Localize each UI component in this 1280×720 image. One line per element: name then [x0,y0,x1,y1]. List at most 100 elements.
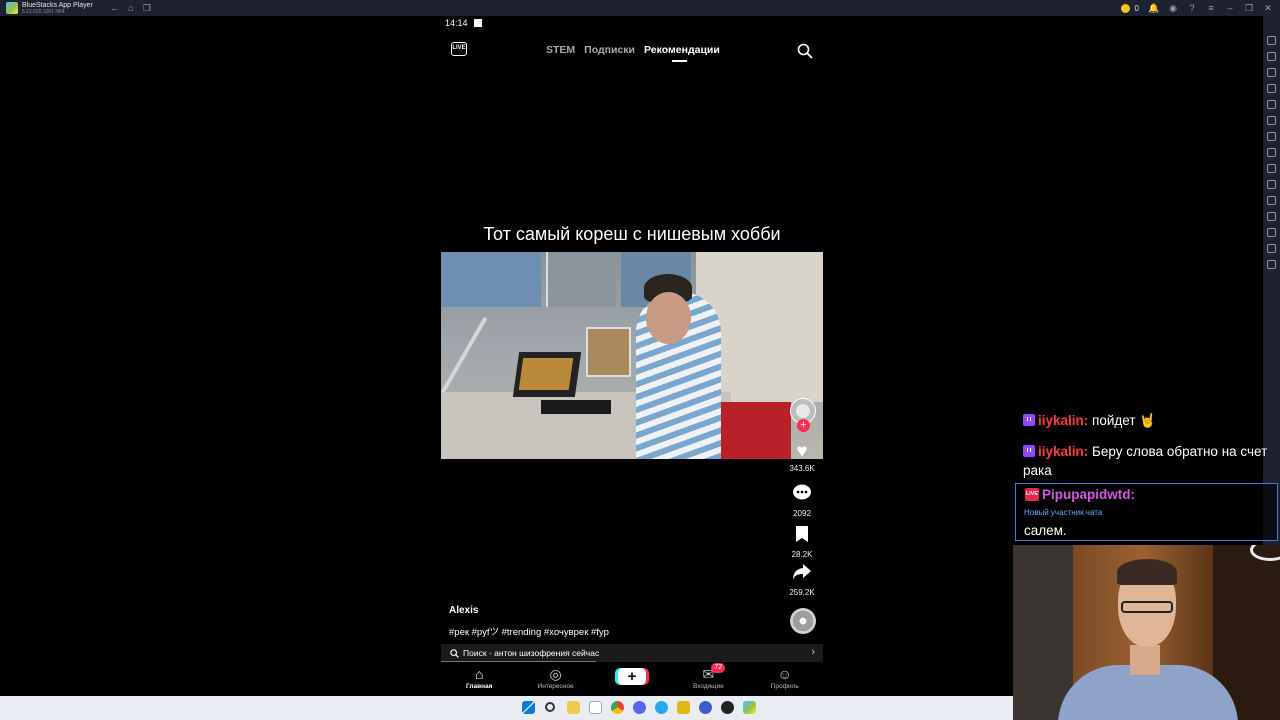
music-disc-icon[interactable] [790,608,816,634]
chevron-right-icon: › [811,646,815,658]
chat-text: салем. [1024,523,1067,538]
tab-recommendations[interactable]: Рекомендации [644,44,720,56]
chat-username: iiykalin: [1038,413,1089,428]
sidebar-tool-icon[interactable] [1267,228,1276,237]
nav-profile[interactable]: ☺ Профиль [755,666,815,690]
search-suggestion-bar[interactable]: Поиск · антон шизофрения сейчас › [441,644,823,662]
sidebar-tool-icon[interactable] [1267,180,1276,189]
share-button[interactable]: 259.2K [788,563,816,597]
sidebar-tool-icon[interactable] [1267,36,1276,45]
notepad-icon[interactable] [589,701,602,714]
nav-create[interactable]: + [602,666,662,685]
status-time: 14:14 [445,18,468,28]
save-count: 28.2K [791,550,813,559]
window-version: 5.21.620.1001 N64 [22,8,65,15]
twitch-icon [1023,414,1035,426]
sidebar-tool-icon[interactable] [1267,196,1276,205]
bottom-nav: ⌂ Главная ◎ Интересное + ✉ 72 Входящие ☺… [441,663,823,696]
chat-text: пойдет 🤘 [1092,413,1157,428]
search-suggestion-text: Поиск · антон шизофрения сейчас [463,648,600,658]
video-progress-bar[interactable] [441,661,596,662]
window-titlebar: BlueStacks App Player 5.21.620.1001 N64 … [0,0,1280,16]
share-count: 259.2K [789,588,815,597]
share-icon [788,563,816,586]
chat-new-member-label: Новый участник чата [1024,508,1103,517]
close-icon[interactable]: ✕ [1260,3,1276,14]
coin-icon[interactable] [1120,3,1130,13]
sidebar-tool-icon[interactable] [1267,68,1276,77]
webcam-scene [1117,559,1177,585]
nav-home[interactable]: ⌂ Главная [449,666,509,690]
search-icon [450,648,459,658]
recent-apps-icon[interactable]: ❐ [139,3,155,14]
window-title: BlueStacks App Player [22,1,93,9]
home-icon[interactable]: ⌂ [123,3,139,13]
search-icon[interactable] [797,43,813,59]
status-bar: 14:14 [445,18,482,28]
sidebar-tool-icon[interactable] [1267,132,1276,141]
lock-icon[interactable] [677,701,690,714]
file-explorer-icon[interactable] [567,701,580,714]
sidebar-tool-icon[interactable] [1267,100,1276,109]
hashtags[interactable]: #рек #руfツ #trending #хочуврек #fyp [449,624,609,638]
tab-stem[interactable]: STEM [546,44,575,56]
video-scene [546,252,616,307]
sidebar-tool-icon[interactable] [1267,116,1276,125]
menu-icon[interactable]: ≡ [1203,3,1219,13]
video-caption: Тот самый кореш с нишевым хобби [483,224,781,244]
video-scene [441,252,541,307]
author-name[interactable]: Alexis [449,605,478,616]
search-icon[interactable] [545,702,555,712]
sidebar-tool-icon[interactable] [1267,212,1276,221]
comment-button[interactable]: 2092 [788,484,816,518]
minimize-icon[interactable]: – [1222,3,1238,13]
nav-label: Профиль [770,683,799,690]
messenger-icon[interactable] [699,701,712,714]
webcam-scene [1013,545,1073,720]
account-icon[interactable]: ◉ [1165,3,1181,14]
like-count: 343.6K [789,464,815,473]
plus-icon: + [617,668,646,685]
profile-icon: ☺ [777,666,792,682]
chrome-icon[interactable] [611,701,624,714]
sidebar-tool-icon[interactable] [1267,52,1276,61]
live-icon[interactable]: LIVE [451,42,467,56]
webcam-scene [1130,645,1160,675]
windows-start-icon[interactable] [522,701,535,714]
video-scene [541,400,611,414]
like-button[interactable]: ♥ 343.6K [788,442,816,474]
live-badge-icon: LIVE [1025,488,1039,501]
help-icon[interactable]: ? [1184,3,1200,13]
sidebar-tool-icon[interactable] [1267,84,1276,93]
discord-icon[interactable] [633,701,646,714]
nav-discover[interactable]: ◎ Интересное [526,666,586,690]
sidebar-tool-icon[interactable] [1267,164,1276,173]
twitch-icon [1023,445,1035,457]
sidebar-tool-icon[interactable] [1267,260,1276,269]
comment-icon [788,484,816,507]
sidebar-tool-icon[interactable] [1267,244,1276,253]
video-scene [586,327,631,377]
nav-inbox[interactable]: ✉ 72 Входящие [678,663,738,690]
bluestacks-icon[interactable] [743,701,756,714]
telegram-icon[interactable] [655,701,668,714]
active-tab-indicator [672,60,687,62]
windows-taskbar [0,696,1013,720]
inbox-badge: 72 [711,663,726,673]
follow-plus-icon[interactable]: + [797,419,810,432]
home-icon: ⌂ [474,666,484,682]
video-player[interactable] [441,252,823,459]
restore-icon[interactable]: ❐ [1241,3,1257,14]
notification-icon[interactable]: 🔔 [1146,3,1162,14]
comment-count: 2092 [793,509,811,518]
nav-label: Входящие [692,683,724,690]
nav-label: Главная [465,683,493,690]
chat-username: Pipupapidwtd: [1042,487,1135,502]
chat-message: iiykalin: пойдет 🤘 [1023,413,1156,429]
obs-icon[interactable] [721,701,734,714]
sidebar-tool-icon[interactable] [1267,148,1276,157]
save-button[interactable]: 28.2K [788,525,816,559]
nav-label: Интересное [537,683,574,690]
back-icon[interactable]: ← [107,3,123,13]
tab-subscriptions[interactable]: Подписки [584,44,635,56]
